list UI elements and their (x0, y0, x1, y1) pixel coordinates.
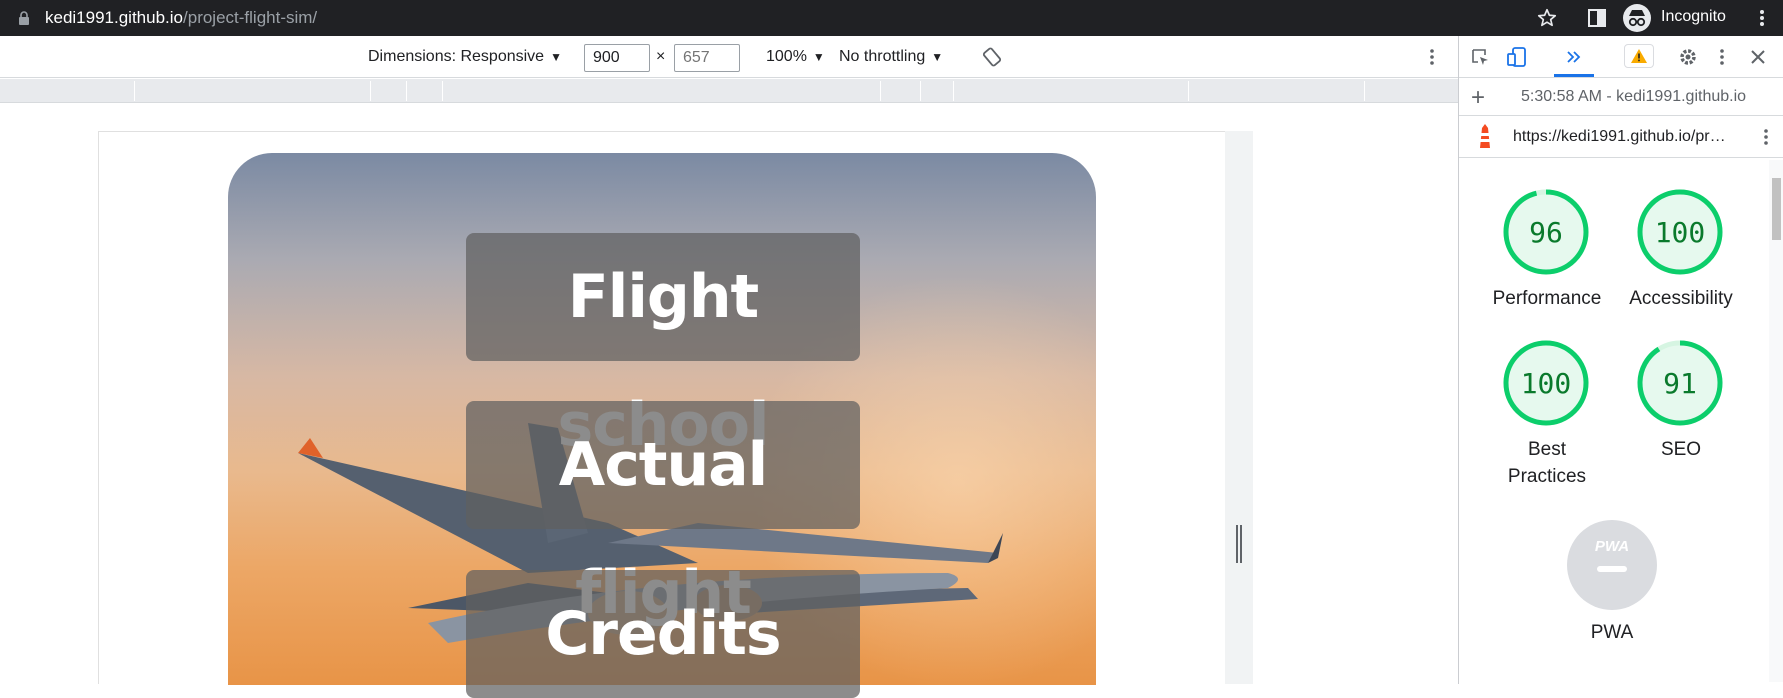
device-toggle-icon[interactable] (1507, 47, 1527, 67)
pwa-badge-text: PWA (1594, 538, 1630, 555)
caret-down-icon: ▼ (812, 50, 825, 64)
warning-icon (1631, 49, 1647, 63)
incognito-label: Incognito (1661, 8, 1726, 25)
zoom-label: 100% (766, 48, 807, 65)
devtools-menu-icon[interactable] (1712, 47, 1732, 67)
settings-gear-icon[interactable] (1678, 47, 1698, 67)
lock-icon (19, 11, 29, 25)
viewport-gutter (1225, 131, 1253, 684)
more-options-icon[interactable] (1422, 47, 1442, 67)
zoom-dropdown[interactable]: 100% ▼ (766, 48, 825, 66)
incognito-icon[interactable] (1623, 4, 1651, 32)
score-gauge-best-practices[interactable]: 100 (1501, 338, 1591, 428)
warning-badge[interactable] (1624, 44, 1654, 68)
credits-button[interactable]: Credits (466, 570, 860, 698)
ruler-tick (1188, 81, 1189, 101)
address-bar[interactable]: kedi1991.github.io/project-flight-sim/ (45, 8, 317, 28)
browser-url-bar: kedi1991.github.io/project-flight-sim/ I… (0, 0, 1783, 36)
media-query-ruler[interactable] (0, 79, 1458, 103)
score-gauge-accessibility[interactable]: 100 (1635, 187, 1725, 277)
ruler-tick (920, 81, 921, 101)
score-label: Performance (1492, 288, 1602, 309)
devtools-scrollbar[interactable] (1769, 160, 1783, 682)
active-tab-indicator (1554, 74, 1594, 77)
report-menu-icon[interactable] (1756, 127, 1776, 147)
ruler-tick (880, 81, 881, 101)
score-label: Best Practices (1507, 439, 1587, 487)
devtools-panel: + 5:30:58 AM - kedi1991.github.io https:… (1458, 36, 1783, 684)
report-selector-bar: + 5:30:58 AM - kedi1991.github.io (1459, 78, 1783, 116)
side-panel-icon[interactable] (1588, 9, 1606, 27)
score-value: 100 (1654, 216, 1706, 249)
bookmark-star-icon[interactable] (1536, 7, 1558, 29)
lighthouse-icon (1480, 124, 1490, 148)
ruler-tick (442, 81, 443, 101)
report-selector-label: 5:30:58 AM - kedi1991.github.io (1521, 88, 1747, 105)
score-label: SEO (1660, 439, 1702, 460)
caret-down-icon: ▼ (550, 50, 562, 64)
throttle-dropdown[interactable]: No throttling ▼ (839, 48, 943, 66)
url-host: kedi1991.github.io (45, 8, 184, 27)
ruler-tick (1364, 81, 1365, 101)
pwa-badge-icon[interactable]: PWA (1567, 520, 1657, 610)
ruler-tick (406, 81, 407, 101)
actual-flight-button[interactable]: Actual flight (466, 401, 860, 628)
score-value: 96 (1529, 216, 1563, 249)
score-gauge-performance[interactable]: 96 (1501, 187, 1591, 277)
browser-menu-icon[interactable] (1752, 8, 1772, 28)
url-path: /project-flight-sim/ (183, 8, 318, 27)
score-value: 91 (1663, 367, 1697, 400)
ruler-tick (953, 81, 954, 101)
dimension-separator: × (656, 48, 666, 65)
score-label: Accessibility (1629, 288, 1733, 309)
dimensions-dropdown[interactable]: Dimensions: Responsive ▼ (368, 48, 562, 66)
close-icon[interactable] (1748, 47, 1768, 67)
devtools-tab-bar (1459, 36, 1783, 78)
scrollbar-thumb[interactable] (1772, 178, 1781, 240)
viewport-resize-handle[interactable] (1236, 525, 1242, 563)
report-url-row: https://kedi1991.github.io/pr… (1459, 116, 1783, 158)
more-tabs-chevron-icon[interactable] (1564, 47, 1584, 67)
width-input[interactable] (584, 44, 650, 72)
ruler-tick (134, 81, 135, 101)
score-gauge-seo[interactable]: 91 (1635, 338, 1725, 428)
report-url: https://kedi1991.github.io/pr… (1513, 128, 1726, 145)
pwa-dash (1597, 566, 1627, 572)
score-value: 100 (1520, 367, 1572, 400)
pwa-label: PWA (1590, 622, 1634, 643)
report-selector[interactable]: 5:30:58 AM - kedi1991.github.io (1521, 88, 1757, 106)
throttle-label: No throttling (839, 48, 926, 65)
flight-school-button[interactable]: Flight school (466, 233, 860, 460)
dimensions-label: Dimensions: Responsive (368, 48, 545, 65)
height-input[interactable] (674, 44, 740, 72)
device-toolbar: Dimensions: Responsive ▼ × 100% ▼ No throt… (0, 36, 1458, 78)
rotate-icon[interactable] (982, 47, 1002, 67)
caret-down-icon: ▼ (931, 50, 944, 64)
inspect-element-icon[interactable] (1470, 47, 1490, 67)
ruler-tick (370, 81, 371, 101)
new-report-plus-icon[interactable]: + (1471, 84, 1485, 112)
